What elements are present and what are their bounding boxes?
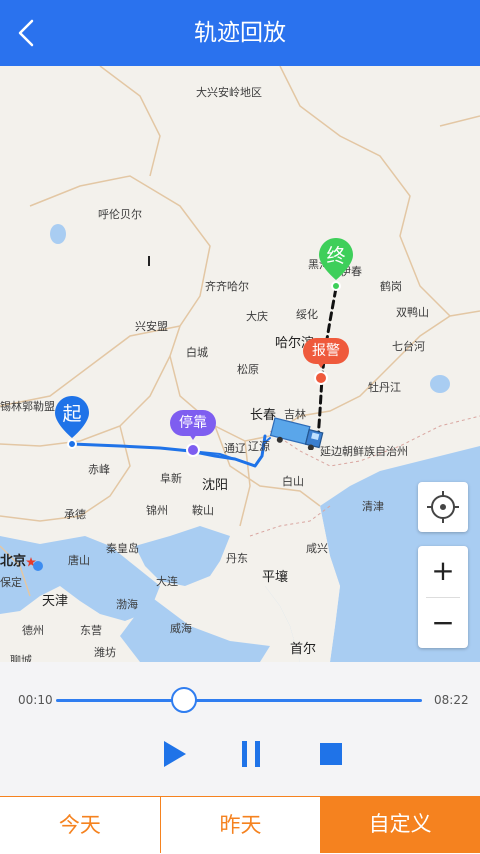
stop-marker-label: 停靠 [170, 410, 216, 436]
pause-button[interactable] [234, 736, 268, 772]
capital-label: 北京 [0, 554, 27, 569]
map-label: 清津 [362, 500, 384, 513]
map-label: 齐齐哈尔 [205, 280, 249, 293]
page-title: 轨迹回放 [194, 20, 286, 46]
map-label: 鹤岗 [380, 280, 402, 293]
end-time: 08:22 [434, 693, 469, 707]
start-marker[interactable]: 起 [53, 394, 91, 450]
map-label: 白山 [282, 475, 304, 488]
map-label: 德州 [22, 624, 44, 637]
end-marker-label: 终 [326, 245, 346, 267]
map-label: 丹东 [226, 552, 248, 565]
play-icon [164, 741, 186, 767]
alarm-marker-label: 报警 [303, 338, 349, 364]
map-label: 天津 [42, 594, 69, 609]
tab-custom[interactable]: 自定义 [320, 796, 480, 853]
map-label: 七台河 [392, 340, 425, 353]
map-label: 保定 [0, 576, 22, 589]
zoom-in-button[interactable]: + [418, 546, 468, 596]
zoom-control: + − [418, 546, 468, 648]
map-label: 大兴安岭地区 [196, 86, 262, 99]
map-label: 松原 [237, 363, 259, 376]
stop-icon [320, 743, 342, 765]
map-label: 潍坊 [94, 646, 116, 659]
start-marker-label: 起 [62, 403, 82, 425]
map-label: 辽源 [248, 440, 270, 453]
map-label: 沈阳 [202, 478, 229, 493]
map-label: 牡丹江 [368, 381, 401, 394]
map-label: 咸兴 [306, 542, 328, 555]
map-label: 秦皇岛 [106, 542, 139, 555]
map-label: 承德 [64, 508, 86, 521]
map-label: 呼伦贝尔 [98, 208, 142, 221]
progress-track[interactable] [56, 699, 422, 702]
map-label: 锡林郭勒盟 [0, 400, 55, 413]
map-label: 渤海 [116, 598, 138, 611]
map-label: 威海 [170, 622, 192, 635]
tab-yesterday[interactable]: 昨天 [159, 796, 321, 853]
map-label: 唐山 [68, 554, 90, 567]
map-label: 东营 [80, 624, 102, 637]
map-label: 兴安盟 [135, 320, 168, 333]
map-view[interactable]: 大兴安岭地区 呼伦贝尔 齐齐哈尔 兴安盟 黑河 伊春 鹤岗 绥化 大庆 双鸭山 … [0, 66, 480, 662]
locate-button[interactable] [418, 482, 468, 532]
alarm-marker[interactable]: 报警 [303, 338, 349, 388]
stop-marker[interactable]: 停靠 [170, 410, 216, 460]
crosshair-icon [427, 491, 459, 523]
capital-star-icon [26, 557, 43, 571]
tab-today[interactable]: 今天 [0, 796, 160, 853]
map-label: 阜新 [160, 472, 182, 485]
map-label: 大庆 [246, 310, 268, 323]
back-button[interactable] [8, 12, 48, 54]
progress-thumb[interactable] [171, 687, 198, 713]
chevron-left-icon [18, 19, 34, 47]
start-time: 00:10 [18, 693, 53, 707]
map-label: 锦州 [146, 504, 168, 517]
map-label: 通辽 [224, 442, 246, 455]
truck-icon [269, 417, 324, 450]
alarm-dot-icon [314, 362, 328, 385]
map-label: 延边朝鲜族自治州 [320, 445, 408, 458]
map-label: 双鸭山 [396, 306, 429, 319]
map-label: 平壤 [262, 570, 289, 585]
map-label: 绥化 [296, 308, 318, 321]
stop-dot-icon [186, 434, 200, 457]
end-marker[interactable]: 终 [317, 236, 355, 292]
playback-panel: 00:10 08:22 [0, 662, 480, 796]
app-header: 轨迹回放 [0, 0, 480, 66]
map-label: 大连 [156, 575, 178, 588]
play-button[interactable] [158, 736, 192, 772]
stop-button[interactable] [314, 736, 348, 772]
map-label: 鞍山 [192, 504, 214, 517]
pause-icon [242, 741, 260, 767]
map-label: 赤峰 [88, 463, 110, 476]
map-label: 聊城 [10, 654, 32, 662]
date-tabs: 今天 昨天 自定义 [0, 796, 480, 853]
map-label: 白城 [186, 346, 208, 359]
zoom-out-button[interactable]: − [418, 598, 468, 648]
map-label: 首尔 [290, 642, 317, 657]
